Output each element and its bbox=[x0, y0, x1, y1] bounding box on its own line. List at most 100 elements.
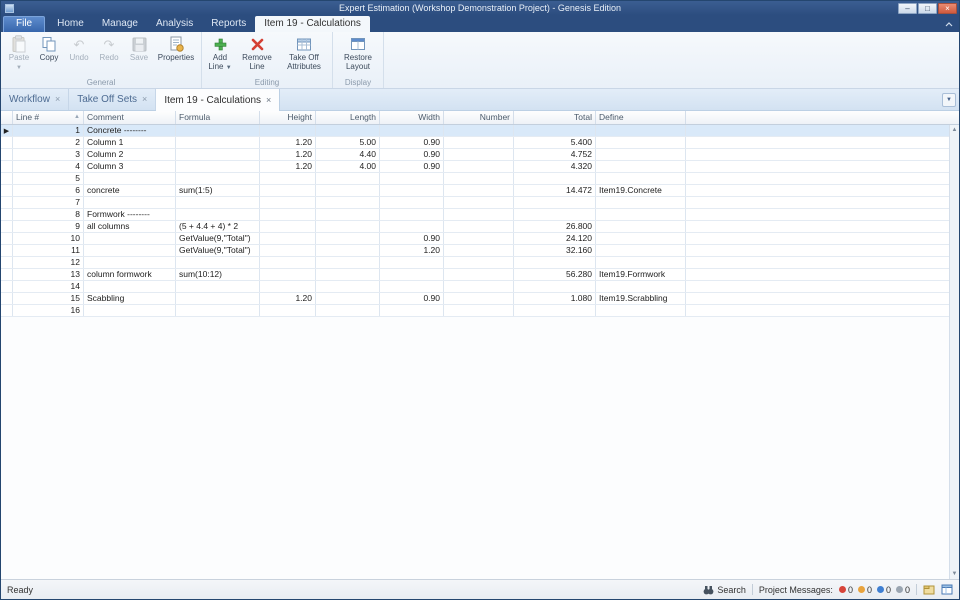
cell-length[interactable] bbox=[316, 281, 380, 292]
scroll-up-icon[interactable]: ▲ bbox=[952, 125, 958, 135]
cell-define[interactable] bbox=[596, 173, 686, 184]
cell-filler[interactable] bbox=[686, 173, 959, 184]
row-selector[interactable] bbox=[1, 293, 13, 304]
message-counter[interactable]: 0 bbox=[896, 585, 910, 595]
grid-empty-area[interactable] bbox=[1, 317, 959, 579]
column-header-height[interactable]: Height bbox=[260, 111, 316, 124]
table-row[interactable]: 14 bbox=[1, 281, 959, 293]
cell-total[interactable]: 26.800 bbox=[514, 221, 596, 232]
cell-comment[interactable]: concrete bbox=[84, 185, 176, 196]
cell-filler[interactable] bbox=[686, 221, 959, 232]
cell-line[interactable]: 4 bbox=[13, 161, 84, 172]
cell-define[interactable] bbox=[596, 209, 686, 220]
cell-length[interactable] bbox=[316, 197, 380, 208]
row-selector[interactable] bbox=[1, 161, 13, 172]
cell-formula[interactable]: (5 + 4.4 + 4) * 2 bbox=[176, 221, 260, 232]
table-row[interactable]: 2Column 11.205.000.905.400 bbox=[1, 137, 959, 149]
column-header-comment[interactable]: Comment bbox=[84, 111, 176, 124]
table-row[interactable]: 15Scabbling1.200.901.080Item19.Scrabblin… bbox=[1, 293, 959, 305]
cell-comment[interactable] bbox=[84, 245, 176, 256]
minimize-button[interactable]: – bbox=[898, 3, 917, 14]
header-row-selector[interactable] bbox=[1, 111, 13, 124]
row-selector[interactable] bbox=[1, 221, 13, 232]
cell-line[interactable]: 5 bbox=[13, 173, 84, 184]
table-row[interactable]: 13column formworksum(10:12)56.280Item19.… bbox=[1, 269, 959, 281]
doc-tab-item-19-calculations[interactable]: Item 19 - Calculations × bbox=[156, 89, 280, 111]
row-selector[interactable] bbox=[1, 209, 13, 220]
row-selector[interactable] bbox=[1, 269, 13, 280]
close-tab-icon[interactable]: × bbox=[142, 95, 147, 104]
cell-total[interactable]: 4.752 bbox=[514, 149, 596, 160]
table-row[interactable]: 9all columns(5 + 4.4 + 4) * 226.800 bbox=[1, 221, 959, 233]
cell-filler[interactable] bbox=[686, 233, 959, 244]
cell-number[interactable] bbox=[444, 305, 514, 316]
cell-formula[interactable] bbox=[176, 161, 260, 172]
row-selector[interactable]: ▶ bbox=[1, 125, 13, 136]
row-selector[interactable] bbox=[1, 281, 13, 292]
redo-button[interactable]: ↷ Redo bbox=[94, 33, 124, 62]
cell-comment[interactable]: Column 3 bbox=[84, 161, 176, 172]
cell-comment[interactable] bbox=[84, 257, 176, 268]
take-off-attributes-button[interactable]: Take Off Attributes bbox=[279, 33, 329, 71]
cell-formula[interactable]: sum(1:5) bbox=[176, 185, 260, 196]
cell-line[interactable]: 3 bbox=[13, 149, 84, 160]
scroll-down-icon[interactable]: ▼ bbox=[952, 569, 958, 579]
tab-item-19-calculations[interactable]: Item 19 - Calculations bbox=[255, 16, 370, 32]
cell-length[interactable] bbox=[316, 293, 380, 304]
cell-total[interactable]: 5.400 bbox=[514, 137, 596, 148]
cell-line[interactable]: 7 bbox=[13, 197, 84, 208]
save-button[interactable]: Save bbox=[124, 33, 154, 62]
cell-total[interactable]: 4.320 bbox=[514, 161, 596, 172]
cell-define[interactable]: Item19.Formwork bbox=[596, 269, 686, 280]
cell-number[interactable] bbox=[444, 257, 514, 268]
cell-filler[interactable] bbox=[686, 149, 959, 160]
table-row[interactable]: 10GetValue(9,"Total")0.9024.120 bbox=[1, 233, 959, 245]
table-row[interactable]: ▶1Concrete -------- bbox=[1, 125, 959, 137]
cell-define[interactable] bbox=[596, 257, 686, 268]
cell-formula[interactable] bbox=[176, 293, 260, 304]
cell-line[interactable]: 15 bbox=[13, 293, 84, 304]
cell-define[interactable] bbox=[596, 305, 686, 316]
cell-length[interactable]: 4.00 bbox=[316, 161, 380, 172]
cell-length[interactable]: 5.00 bbox=[316, 137, 380, 148]
tab-list-dropdown-button[interactable]: ▼ bbox=[942, 93, 956, 107]
close-tab-icon[interactable]: × bbox=[55, 95, 60, 104]
row-selector[interactable] bbox=[1, 137, 13, 148]
cell-filler[interactable] bbox=[686, 137, 959, 148]
cell-comment[interactable]: Formwork -------- bbox=[84, 209, 176, 220]
cell-define[interactable] bbox=[596, 233, 686, 244]
row-selector[interactable] bbox=[1, 173, 13, 184]
cell-number[interactable] bbox=[444, 209, 514, 220]
message-counter[interactable]: 0 bbox=[858, 585, 872, 595]
cell-comment[interactable]: Scabbling bbox=[84, 293, 176, 304]
cell-line[interactable]: 8 bbox=[13, 209, 84, 220]
table-row[interactable]: 6concretesum(1:5)14.472Item19.Concrete bbox=[1, 185, 959, 197]
cell-formula[interactable] bbox=[176, 173, 260, 184]
cell-filler[interactable] bbox=[686, 125, 959, 136]
doc-tab-take-off-sets[interactable]: Take Off Sets × bbox=[69, 89, 156, 110]
cell-width[interactable] bbox=[380, 185, 444, 196]
cell-length[interactable] bbox=[316, 221, 380, 232]
doc-tab-workflow[interactable]: Workflow × bbox=[1, 89, 69, 110]
table-row[interactable]: 16 bbox=[1, 305, 959, 317]
cell-width[interactable] bbox=[380, 269, 444, 280]
cell-comment[interactable]: all columns bbox=[84, 221, 176, 232]
cell-number[interactable] bbox=[444, 221, 514, 232]
cell-comment[interactable]: column formwork bbox=[84, 269, 176, 280]
cell-length[interactable] bbox=[316, 257, 380, 268]
cell-length[interactable]: 4.40 bbox=[316, 149, 380, 160]
table-row[interactable]: 3Column 21.204.400.904.752 bbox=[1, 149, 959, 161]
cell-comment[interactable] bbox=[84, 233, 176, 244]
cell-filler[interactable] bbox=[686, 305, 959, 316]
cell-comment[interactable] bbox=[84, 281, 176, 292]
cell-line[interactable]: 6 bbox=[13, 185, 84, 196]
cell-total[interactable] bbox=[514, 209, 596, 220]
project-message-counters[interactable]: 0000 bbox=[839, 585, 910, 595]
cell-line[interactable]: 13 bbox=[13, 269, 84, 280]
column-header-line-number[interactable]: Line # ▲ bbox=[13, 111, 84, 124]
cell-line[interactable]: 14 bbox=[13, 281, 84, 292]
cell-filler[interactable] bbox=[686, 245, 959, 256]
cell-height[interactable]: 1.20 bbox=[260, 293, 316, 304]
cell-number[interactable] bbox=[444, 269, 514, 280]
cell-height[interactable] bbox=[260, 221, 316, 232]
